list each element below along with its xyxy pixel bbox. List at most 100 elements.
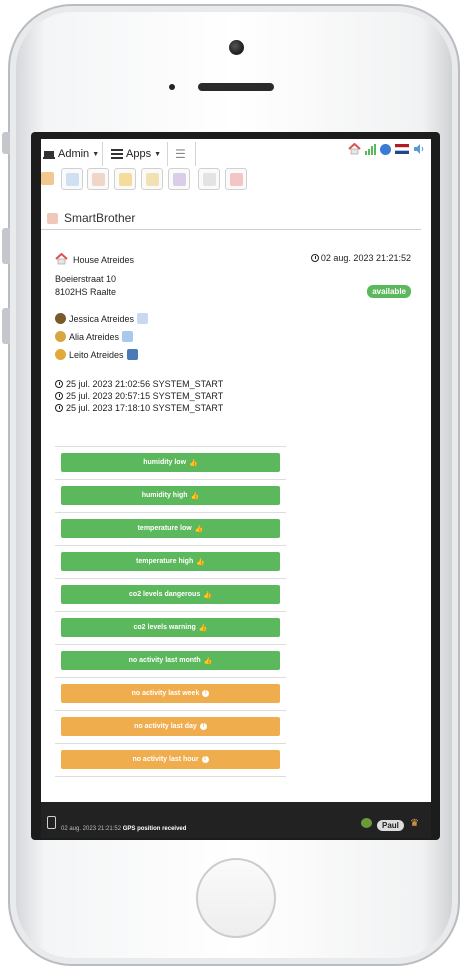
table-divider — [55, 776, 286, 777]
apps-menu[interactable]: Apps ▼ — [111, 143, 161, 165]
chevron-down-icon: ▼ — [92, 150, 100, 158]
log-entry-text: 25 jul. 2023 17:18:10 SYSTEM_START — [66, 403, 224, 413]
alert-label: co2 levels warning — [133, 624, 196, 631]
network-icon — [66, 173, 79, 186]
table-divider — [55, 743, 286, 744]
devices-icon — [173, 173, 186, 186]
clock-icon — [55, 404, 63, 412]
globe-icon[interactable] — [380, 143, 391, 155]
thumbs-up-icon: 👍 — [194, 525, 204, 533]
chevron-down-icon: ▼ — [154, 150, 162, 158]
log-entry: 25 jul. 2023 21:02:56 SYSTEM_START — [55, 379, 223, 389]
users-icon — [41, 172, 54, 185]
alert-label: no activity last week — [131, 690, 200, 697]
module-notes-button[interactable] — [141, 168, 163, 190]
exclamation-icon: ! — [199, 723, 207, 730]
house-street: Boeierstraat 10 — [55, 274, 117, 284]
alert-label: humidity high — [141, 492, 188, 499]
module-users-button[interactable] — [41, 168, 59, 190]
user-icon — [43, 151, 55, 159]
top-navbar: Admin ▼ Apps ▼ ☰ — [41, 139, 431, 169]
envelope-icon — [119, 173, 132, 186]
alert-label: no activity last hour — [132, 756, 199, 763]
alert-label: temperature low — [137, 525, 192, 532]
module-documents-button[interactable] — [87, 168, 109, 190]
flag-nl-icon[interactable] — [395, 144, 409, 154]
person-row[interactable]: Leito Atreides — [55, 349, 138, 360]
person-name: Leito Atreides — [69, 349, 124, 360]
house-datetime-text: 02 aug. 2023 21:21:52 — [320, 253, 411, 263]
admin-menu-label: Admin — [58, 148, 90, 160]
module-network-button[interactable] — [61, 168, 83, 190]
alert-co2-warning-button[interactable]: co2 levels warning 👍 — [61, 618, 280, 637]
footer-status: 02 aug. 2023 21:21:52 GPS position recei… — [61, 826, 186, 832]
module-toolbar — [41, 168, 291, 192]
house-datetime: 02 aug. 2023 21:21:52 — [310, 253, 411, 263]
alert-temperature-low-button[interactable]: temperature low 👍 — [61, 519, 280, 538]
alert-no-activity-week-button[interactable]: no activity last week! — [61, 684, 280, 703]
log-entry-text: 25 jul. 2023 21:02:56 SYSTEM_START — [66, 379, 224, 389]
volume-up-button — [2, 228, 10, 264]
module-messages-button[interactable] — [114, 168, 136, 190]
person-name: Alia Atreides — [69, 331, 120, 342]
status-icons — [348, 143, 425, 155]
grid-icon — [111, 149, 123, 159]
thumbs-up-icon: 👍 — [189, 459, 198, 467]
thumbs-up-icon: 👍 — [203, 657, 213, 665]
thumbs-up-icon: 👍 — [203, 591, 212, 599]
house-postcode-city: 8102HS Raalte — [55, 287, 117, 297]
admin-menu[interactable]: Admin ▼ — [43, 143, 99, 165]
alert-humidity-low-button[interactable]: humidity low 👍 — [61, 453, 280, 472]
alert-no-activity-day-button[interactable]: no activity last day! — [61, 717, 280, 736]
proximity-sensor — [169, 84, 175, 90]
app-viewport: Admin ▼ Apps ▼ ☰ SmartBrother House Atre… — [41, 139, 431, 802]
tablet-icon[interactable] — [47, 816, 56, 829]
alert-label: temperature high — [136, 558, 194, 565]
alert-no-activity-month-button[interactable]: no activity last month 👍 — [61, 651, 280, 670]
alert-label: co2 levels dangerous — [129, 591, 201, 598]
thumbs-up-icon: 👍 — [190, 492, 200, 500]
log-entry: 25 jul. 2023 17:18:10 SYSTEM_START — [55, 403, 223, 413]
smartbrother-icon — [230, 173, 243, 186]
page-title-text: SmartBrother — [64, 211, 136, 225]
thumbs-up-icon: 👍 — [198, 624, 208, 632]
notes-icon — [146, 173, 159, 186]
avatar — [55, 313, 66, 324]
table-divider — [55, 578, 286, 579]
turtle-icon[interactable] — [361, 818, 372, 828]
alert-humidity-high-button[interactable]: humidity high 👍 — [61, 486, 280, 505]
user-badge[interactable]: Paul — [377, 820, 404, 831]
hamburger-menu-button[interactable]: ☰ — [175, 143, 186, 165]
module-devices-button[interactable] — [168, 168, 190, 190]
person-row[interactable]: Jessica Atreides — [55, 313, 149, 324]
crown-icon[interactable]: ♛ — [410, 818, 419, 829]
clock-icon — [55, 380, 63, 388]
front-camera — [229, 40, 244, 55]
nav-divider — [167, 142, 168, 166]
signal-icon — [365, 143, 376, 155]
earpiece-speaker — [198, 83, 274, 91]
apps-menu-label: Apps — [126, 148, 152, 160]
alert-temperature-high-button[interactable]: temperature high 👍 — [61, 552, 280, 571]
fairy-icon — [122, 331, 134, 342]
module-home-button[interactable] — [198, 168, 220, 190]
page-title: SmartBrother — [47, 211, 135, 225]
speaker-icon[interactable] — [413, 144, 425, 154]
smartbrother-icon — [47, 212, 58, 224]
alert-label: no activity last month — [128, 657, 201, 664]
nav-divider — [102, 142, 103, 166]
nav-divider — [195, 142, 196, 166]
footer-bar — [41, 802, 431, 838]
home-button[interactable] — [196, 858, 276, 938]
log-entry-text: 25 jul. 2023 20:57:15 SYSTEM_START — [66, 391, 224, 401]
table-divider — [55, 677, 286, 678]
footer-message: GPS position received — [122, 826, 187, 832]
alert-no-activity-hour-button[interactable]: no activity last hour! — [61, 750, 280, 769]
alert-co2-dangerous-button[interactable]: co2 levels dangerous 👍 — [61, 585, 280, 604]
module-smartbrother-button[interactable] — [225, 168, 247, 190]
house-icon[interactable] — [348, 143, 361, 155]
person-row[interactable]: Alia Atreides — [55, 331, 134, 342]
home-icon — [203, 173, 216, 186]
person-name: Jessica Atreides — [69, 313, 135, 324]
alert-label: humidity low — [143, 459, 187, 466]
